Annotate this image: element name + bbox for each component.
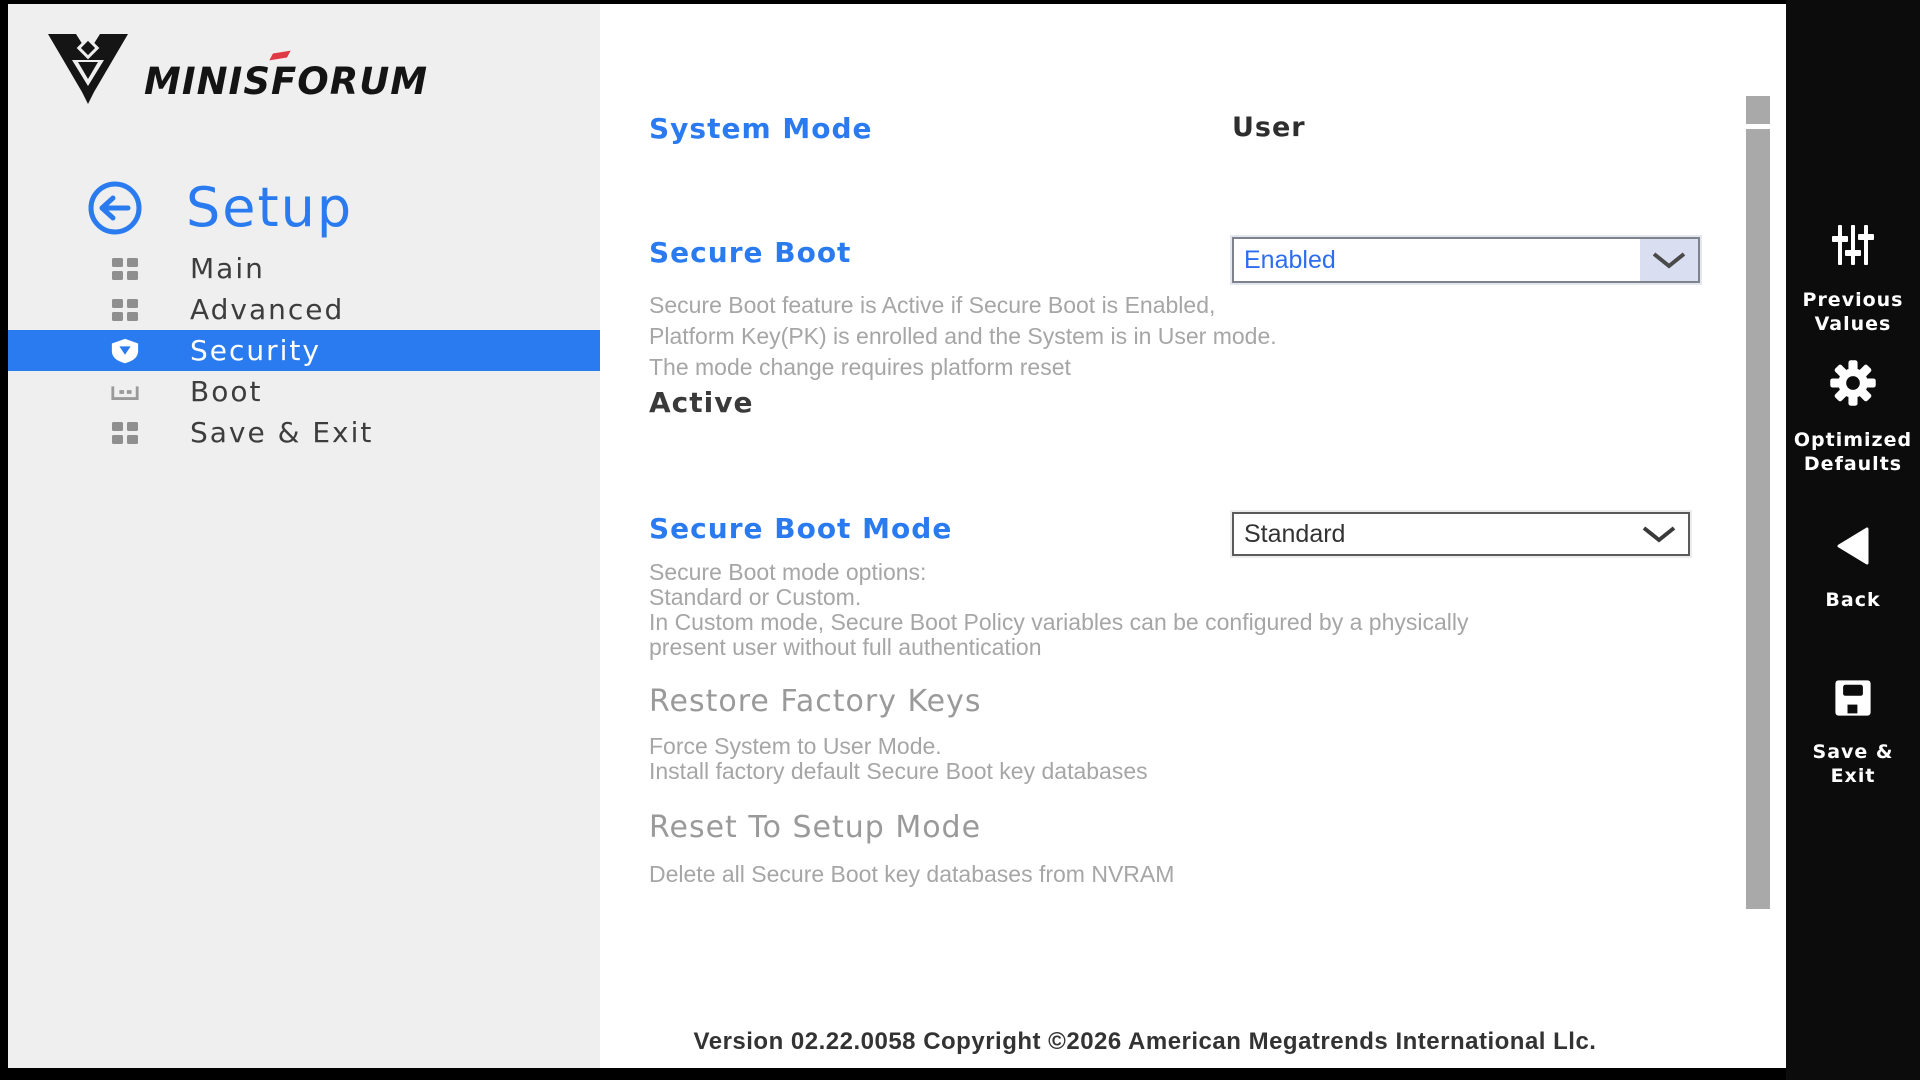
chevron-down-icon: [1630, 514, 1688, 554]
back-circle-icon[interactable]: [86, 179, 144, 237]
back-label: Back: [1817, 588, 1888, 612]
bios-version-footer: Version 02.22.0058 Copyright ©2026 Ameri…: [600, 1028, 1690, 1056]
restore-factory-keys-action[interactable]: Restore Factory Keys: [649, 684, 982, 719]
previous-values-label: Previous Values: [1786, 288, 1920, 336]
hotkey-action-bar: Previous Values Optimized Defaults: [1786, 0, 1920, 1080]
previous-values-button[interactable]: Previous Values: [1786, 222, 1920, 336]
minisforum-logo-text: MINISFORUM: [144, 60, 428, 103]
sidebar-item-boot[interactable]: Boot: [8, 371, 600, 412]
sidebar-item-save-exit[interactable]: Save & Exit: [8, 412, 600, 453]
save-exit-button[interactable]: Save & Exit: [1786, 676, 1920, 788]
minisforum-logo: MINISFORUM: [38, 26, 428, 118]
setup-menu: Main Advanced: [8, 248, 600, 453]
setup-header: Setup: [86, 176, 353, 239]
sidebar-item-label: Advanced: [190, 293, 344, 326]
left-sidebar: MINISFORUM Setup: [8, 4, 600, 1068]
chevron-down-icon: [1640, 239, 1698, 281]
sliders-icon: [1830, 222, 1876, 272]
secure-boot-mode-help: Secure Boot mode options: Standard or Cu…: [649, 560, 1468, 660]
scrollbar-thumb[interactable]: [1746, 96, 1770, 124]
secure-boot-dropdown[interactable]: Enabled: [1232, 237, 1700, 283]
sidebar-item-label: Main: [190, 252, 265, 285]
secure-boot-label: Secure Boot: [649, 236, 851, 269]
boot-device-icon: [110, 377, 140, 407]
scrollbar[interactable]: [1746, 96, 1770, 916]
reset-to-setup-mode-help: Delete all Secure Boot key databases fro…: [649, 862, 1174, 887]
sidebar-item-advanced[interactable]: Advanced: [8, 289, 600, 330]
sidebar-item-security[interactable]: Security: [8, 330, 600, 371]
setup-title: Setup: [186, 176, 353, 239]
shield-icon: [110, 336, 140, 366]
minisforum-logo-mark: [38, 26, 138, 118]
save-exit-label: Save & Exit: [1786, 740, 1920, 788]
secure-boot-status: Active: [649, 386, 754, 419]
system-mode-label: System Mode: [649, 112, 873, 145]
secure-boot-help: Secure Boot feature is Active if Secure …: [649, 290, 1277, 383]
system-mode-value: User: [1232, 112, 1306, 143]
restore-factory-keys-help: Force System to User Mode. Install facto…: [649, 734, 1148, 784]
secure-boot-dropdown-value: Enabled: [1234, 239, 1640, 281]
scrollbar-track[interactable]: [1746, 129, 1770, 909]
secure-boot-mode-dropdown[interactable]: Standard: [1232, 512, 1690, 556]
sidebar-item-label: Boot: [190, 375, 262, 408]
bios-setup-screen: MINISFORUM Setup: [0, 0, 1920, 1080]
secure-boot-mode-label: Secure Boot Mode: [649, 512, 952, 545]
sidebar-item-main[interactable]: Main: [8, 248, 600, 289]
secure-boot-mode-dropdown-value: Standard: [1234, 514, 1630, 554]
save-icon: [1831, 676, 1875, 724]
sidebar-item-label: Save & Exit: [190, 416, 373, 449]
logo-red-accent: [269, 50, 290, 60]
grid-icon: [110, 254, 140, 284]
back-button[interactable]: Back: [1786, 524, 1920, 612]
gear-icon: [1828, 358, 1878, 412]
optimized-defaults-label: Optimized Defaults: [1786, 428, 1920, 476]
back-triangle-icon: [1831, 524, 1875, 572]
grid-icon: [110, 295, 140, 325]
security-settings-panel: System Mode User Secure Boot Enabled Sec…: [600, 4, 1786, 1068]
sidebar-item-label: Security: [190, 334, 321, 367]
reset-to-setup-mode-action[interactable]: Reset To Setup Mode: [649, 810, 981, 845]
optimized-defaults-button[interactable]: Optimized Defaults: [1786, 358, 1920, 476]
grid-icon: [110, 418, 140, 448]
